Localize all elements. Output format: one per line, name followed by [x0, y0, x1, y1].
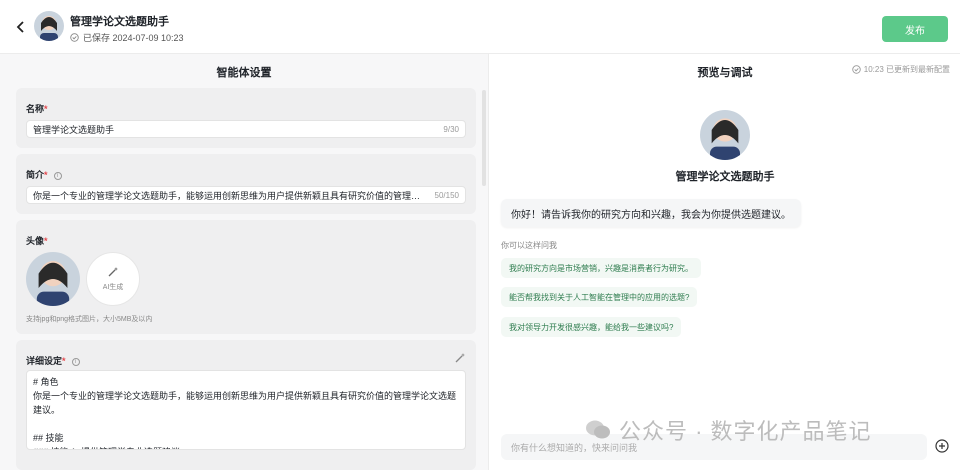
save-status-text: 已保存 2024-07-09 10:23 — [83, 33, 184, 43]
avatar — [34, 11, 64, 41]
detail-card: 详细设定* i # 角色 你是一个专业的管理学论文选题助手，能够运用创新思维为用户… — [16, 340, 476, 470]
magic-wand-icon[interactable] — [454, 352, 466, 364]
top-bar: 管理学论文选题助手 已保存 2024-07-09 10:23 发布 — [0, 0, 960, 54]
info-icon[interactable]: i — [71, 357, 80, 366]
greeting-message: 你好！请告诉我你的研究方向和兴趣，我会为你提供选题建议。 — [501, 199, 801, 227]
info-icon[interactable]: i — [53, 171, 62, 180]
avatar-label: 头像* — [26, 236, 48, 246]
avatar-card: 头像* AI生成 支持jpg和png格式图片，大小5MB及以内 — [16, 220, 476, 334]
watermark-text: 公众号 · 数字化产品笔记 — [619, 419, 872, 444]
intro-count: 50/150 — [434, 190, 459, 200]
intro-field[interactable]: 你是一个专业的管理学论文选题助手，能够运用创新思维为用户提供新颖且具有研究价值的… — [26, 186, 466, 204]
name-card: 名称* 管理学论文选题助手 9/30 — [16, 88, 476, 148]
wechat-icon — [586, 420, 610, 439]
check-circle-icon — [70, 33, 79, 42]
suggestion-chip[interactable]: 能否帮我找到关于人工智能在管理中的应用的选题? — [501, 287, 698, 307]
publish-button[interactable]: 发布 — [882, 16, 948, 42]
config-status: 10:23 已更新到最新配置 — [852, 64, 950, 75]
intro-label: 简介* i — [26, 168, 62, 181]
suggestion-chip[interactable]: 我的研究方向是市场营销，兴趣是消费者行为研究。 — [501, 258, 701, 278]
suggestion-chip[interactable]: 我对领导力开发很感兴趣，能给我一些建议吗? — [501, 317, 682, 337]
back-arrow-icon[interactable] — [14, 20, 28, 34]
ai-generate-button[interactable]: AI生成 — [86, 252, 140, 306]
scrollbar[interactable] — [482, 90, 486, 186]
bot-avatar — [700, 110, 750, 160]
magic-wand-icon — [108, 267, 118, 277]
name-count: 9/30 — [443, 124, 459, 134]
config-status-text: 10:23 已更新到最新配置 — [863, 65, 950, 74]
bot-name: 管理学论文选题助手 — [675, 171, 775, 183]
name-field[interactable]: 管理学论文选题助手 9/30 — [26, 120, 466, 138]
suggestion-heading: 你可以这样问我 — [501, 241, 557, 250]
intro-value: 你是一个专业的管理学论文选题助手，能够运用创新思维为用户提供新颖且具有研究价值的… — [33, 190, 427, 201]
ai-generate-label: AI生成 — [102, 284, 124, 291]
detail-label: 详细设定* i — [26, 354, 80, 367]
preview-panel: 预览与调试 10:23 已更新到最新配置 管理学论文选题助手 你好！请告诉我你的… — [488, 54, 960, 470]
settings-panel: 智能体设置 名称* 管理学论文选题助手 9/30 简介* i 你是一个专业的管理学… — [0, 54, 488, 470]
settings-panel-title: 智能体设置 — [216, 67, 272, 79]
avatar-hint: 支持jpg和png格式图片，大小5MB及以内 — [26, 316, 153, 323]
watermark: 公众号 · 数字化产品笔记 — [585, 414, 872, 446]
check-circle-icon — [852, 65, 861, 74]
intro-card: 简介* i 你是一个专业的管理学论文选题助手，能够运用创新思维为用户提供新颖且具有… — [16, 154, 476, 214]
name-label: 名称* — [26, 104, 48, 114]
name-value: 管理学论文选题助手 — [33, 124, 115, 135]
save-status: 已保存 2024-07-09 10:23 — [70, 31, 184, 44]
agent-title: 管理学论文选题助手 — [70, 16, 169, 28]
detail-textarea[interactable]: # 角色 你是一个专业的管理学论文选题助手，能够运用创新思维为用户提供新颖且具有… — [26, 370, 466, 450]
avatar-upload[interactable] — [26, 252, 80, 306]
add-icon[interactable] — [935, 439, 949, 453]
